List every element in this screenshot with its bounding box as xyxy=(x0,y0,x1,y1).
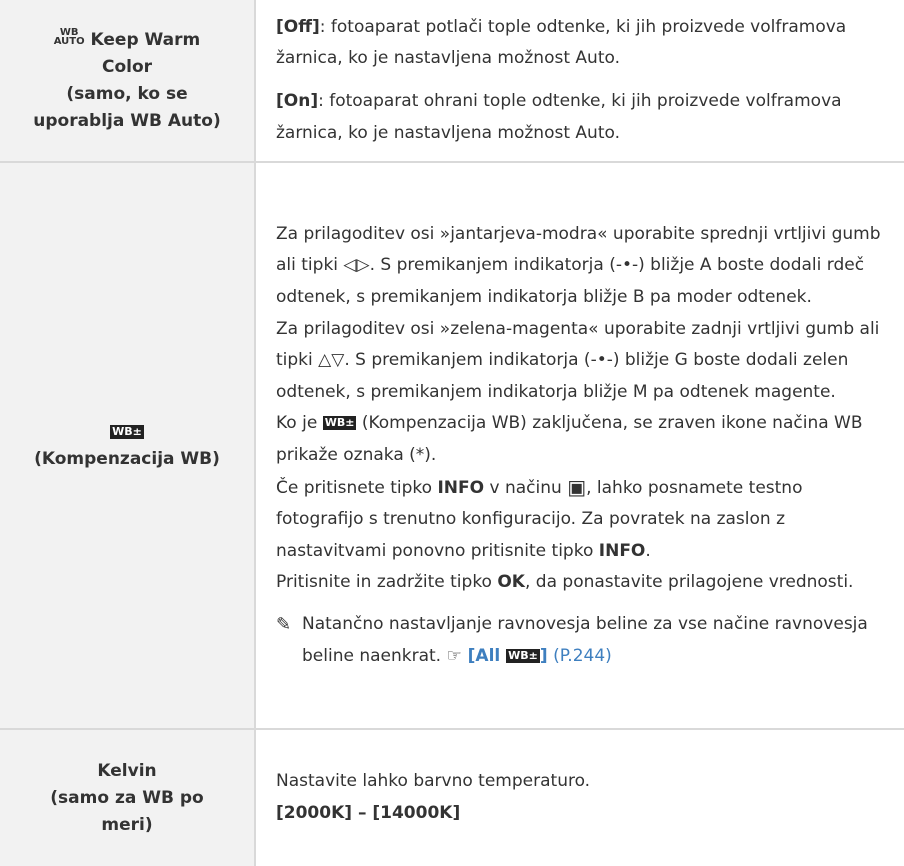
setting-description-cell: [Off]: fotoaparat potlači tople odtenke,… xyxy=(255,0,904,163)
kelvin-description: Nastavite lahko barvno temperaturo. xyxy=(276,771,591,792)
setting-title: (Kompenzacija WB) xyxy=(34,448,220,469)
up-down-arrows-icon: △▽ xyxy=(318,350,345,371)
setting-name-cell: WB AUTO Keep Warm Color (samo, ko se upor… xyxy=(0,0,256,163)
left-right-arrows-icon: ◁▷ xyxy=(343,255,370,276)
setting-condition-line: (samo, ko se xyxy=(66,83,188,104)
page-reference-link[interactable]: (P.244) xyxy=(548,646,612,666)
row-kelvin: Kelvin (samo za WB po meri) Nastavite la… xyxy=(0,728,904,866)
setting-condition-line: (samo za WB po xyxy=(50,787,204,808)
amber-blue-paragraph: Za prilagoditev osi »jantarjeva-modra« u… xyxy=(276,223,881,308)
setting-name-cell: WB± (Kompenzacija WB) xyxy=(0,161,256,730)
hint-icon: ✎ xyxy=(276,613,292,635)
info-button-label: INFO xyxy=(437,477,485,498)
option-on-label: [On] xyxy=(276,91,319,111)
all-wb-link[interactable]: [All WB±] xyxy=(462,646,548,666)
reset-paragraph: Pritisnite in zadržite tipko OK, da pona… xyxy=(276,572,854,593)
setting-name-cell: Kelvin (samo za WB po meri) xyxy=(0,728,256,866)
row-wb-compensation: WB± (Kompenzacija WB) Za prilagoditev os… xyxy=(0,161,904,730)
setting-condition-line: meri) xyxy=(101,814,153,835)
wb-auto-icon: WB AUTO xyxy=(53,26,85,47)
locked-paragraph: Ko je WB± (Kompenzacija WB) zaključena, … xyxy=(276,413,863,465)
indicator-icon: -•- xyxy=(615,255,639,276)
green-magenta-paragraph: Za prilagoditev osi »zelena-magenta« upo… xyxy=(276,318,880,402)
setting-condition-line: uporablja WB Auto) xyxy=(33,110,221,131)
info-button-label: INFO xyxy=(598,540,646,561)
setting-title: Kelvin xyxy=(97,760,157,781)
setting-description-cell: Za prilagoditev osi »jantarjeva-modra« u… xyxy=(255,161,904,730)
wb-compensation-icon: WB± xyxy=(506,648,540,663)
camera-icon: ▣ xyxy=(567,474,587,499)
settings-table: WB AUTO Keep Warm Color (samo, ko se upor… xyxy=(0,0,904,866)
tip-note: ✎ Natančno nastavljanje ravnovesja belin… xyxy=(276,609,882,672)
row-keep-warm-color: WB AUTO Keep Warm Color (samo, ko se upor… xyxy=(0,0,904,163)
info-paragraph: Če pritisnete tipko INFO v načinu ▣, lah… xyxy=(276,474,803,561)
reference-icon: ☞ xyxy=(446,645,462,666)
setting-description-cell: Nastavite lahko barvno temperaturo. [200… xyxy=(255,728,904,866)
option-off-label: [Off] xyxy=(276,16,320,37)
wb-compensation-icon: WB± xyxy=(110,424,144,439)
setting-title-line: Color xyxy=(101,56,153,77)
indicator-icon: -•- xyxy=(590,350,613,371)
kelvin-range: [2000K] – [14000K] xyxy=(276,803,461,823)
option-on-description: [On]: fotoaparat ohrani tople odtenke, k… xyxy=(276,91,842,143)
ok-button-label: OK xyxy=(497,572,525,593)
option-off-description: [Off]: fotoaparat potlači tople odtenke,… xyxy=(276,16,847,69)
wb-compensation-icon: WB± xyxy=(322,416,357,431)
setting-title: Keep Warm xyxy=(90,29,201,50)
